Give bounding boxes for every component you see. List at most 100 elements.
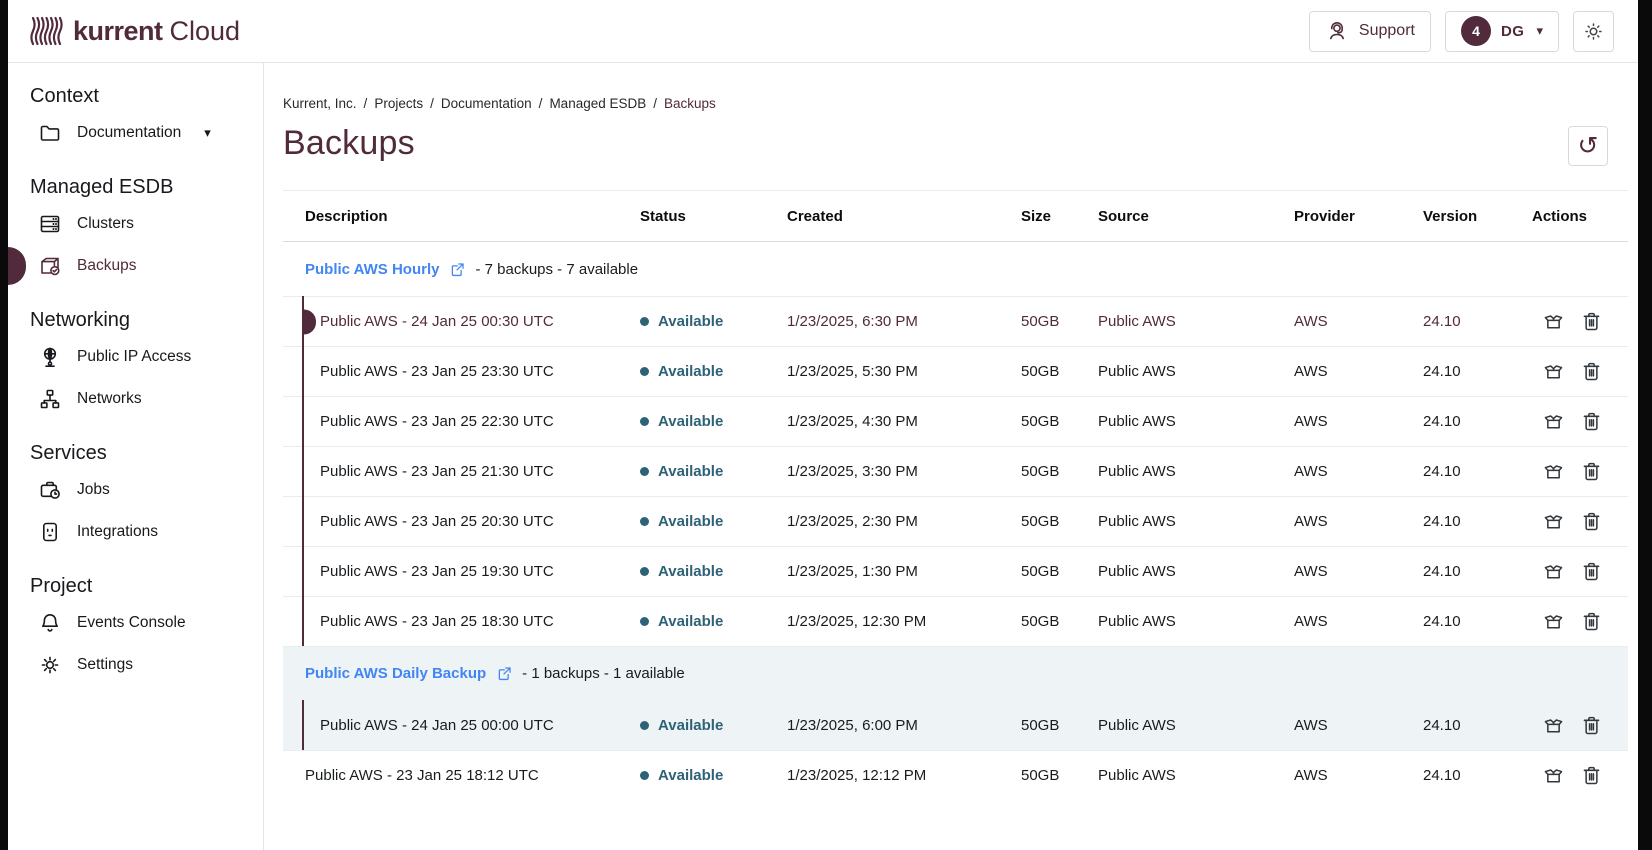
sidebar-section-managed-esdb: Managed ESDB Clusters Backups bbox=[8, 176, 263, 287]
restore-backup-button[interactable] bbox=[1542, 310, 1566, 334]
external-link-icon bbox=[495, 664, 514, 683]
support-button[interactable]: Support bbox=[1309, 11, 1431, 52]
breadcrumb-kurrent-inc[interactable]: Kurrent, Inc. bbox=[283, 96, 357, 111]
restore-icon bbox=[1542, 360, 1565, 383]
sidebar-item-settings[interactable]: Settings bbox=[8, 644, 263, 686]
restore-backup-button[interactable] bbox=[1542, 714, 1566, 738]
external-link-icon bbox=[448, 260, 467, 279]
cell-status: Available bbox=[640, 463, 787, 480]
restore-backup-button[interactable] bbox=[1542, 360, 1566, 384]
breadcrumb-documentation[interactable]: Documentation bbox=[441, 96, 532, 111]
table-row[interactable]: Public AWS - 24 Jan 25 00:30 UTC Availab… bbox=[283, 296, 1628, 346]
cell-version: 24.10 bbox=[1423, 767, 1532, 784]
group-link-public-aws-daily-backup[interactable]: Public AWS Daily Backup bbox=[305, 665, 486, 682]
delete-backup-button[interactable] bbox=[1580, 410, 1604, 434]
restore-backup-button[interactable] bbox=[1542, 510, 1566, 534]
sidebar-heading: Services bbox=[8, 442, 263, 469]
status-label: Available bbox=[658, 363, 723, 380]
column-header-version: Version bbox=[1423, 208, 1532, 225]
delete-backup-button[interactable] bbox=[1580, 310, 1604, 334]
sidebar-item-jobs[interactable]: Jobs bbox=[8, 469, 263, 511]
refresh-button[interactable]: ↺ bbox=[1568, 126, 1608, 166]
restore-backup-button[interactable] bbox=[1542, 560, 1566, 584]
cell-source: Public AWS bbox=[1098, 563, 1294, 580]
cell-source: Public AWS bbox=[1098, 313, 1294, 330]
table-header-row: DescriptionStatusCreatedSizeSourceProvid… bbox=[283, 190, 1628, 242]
delete-backup-button[interactable] bbox=[1580, 764, 1604, 788]
sidebar-heading: Networking bbox=[8, 309, 263, 336]
breadcrumb-projects[interactable]: Projects bbox=[374, 96, 423, 111]
restore-backup-button[interactable] bbox=[1542, 764, 1566, 788]
cell-actions bbox=[1532, 610, 1628, 634]
table-row[interactable]: Public AWS - 23 Jan 25 23:30 UTC Availab… bbox=[283, 346, 1628, 396]
cell-created: 1/23/2025, 6:30 PM bbox=[787, 313, 1021, 330]
sidebar-item-label: Jobs bbox=[77, 481, 110, 499]
cell-size: 50GB bbox=[1021, 613, 1098, 630]
table-row[interactable]: Public AWS - 23 Jan 25 19:30 UTC Availab… bbox=[283, 546, 1628, 596]
status-dot bbox=[640, 467, 649, 476]
theme-toggle-button[interactable] bbox=[1573, 11, 1614, 52]
sidebar-item-public-ip-access[interactable]: Public IP Access bbox=[8, 336, 263, 378]
delete-icon bbox=[1580, 310, 1603, 333]
delete-backup-button[interactable] bbox=[1580, 560, 1604, 584]
notification-badge: 4 bbox=[1461, 16, 1491, 46]
sidebar-item-events-console[interactable]: Events Console bbox=[8, 602, 263, 644]
cell-source: Public AWS bbox=[1098, 463, 1294, 480]
sidebar-item-clusters[interactable]: Clusters bbox=[8, 203, 263, 245]
title-row: Backups ↺ bbox=[283, 124, 1628, 166]
status-label: Available bbox=[658, 563, 723, 580]
table-row[interactable]: Public AWS - 24 Jan 25 00:00 UTC Availab… bbox=[283, 700, 1628, 750]
table-row[interactable]: Public AWS - 23 Jan 25 20:30 UTC Availab… bbox=[283, 496, 1628, 546]
support-icon bbox=[1325, 19, 1349, 43]
cell-version: 24.10 bbox=[1423, 463, 1532, 480]
cell-actions bbox=[1532, 360, 1628, 384]
sidebar-section-context: Context Documentation ▾ bbox=[8, 85, 263, 154]
kurrent-cloud-logo[interactable]: kurrent Cloud bbox=[30, 15, 240, 47]
breadcrumb-separator: / bbox=[364, 96, 368, 111]
main-frame: Context Documentation ▾ Managed ESDB Clu… bbox=[8, 63, 1638, 850]
status-dot bbox=[640, 317, 649, 326]
cell-description: Public AWS - 23 Jan 25 23:30 UTC bbox=[283, 363, 640, 380]
restore-backup-button[interactable] bbox=[1542, 410, 1566, 434]
cell-source: Public AWS bbox=[1098, 413, 1294, 430]
sidebar-item-networks[interactable]: Networks bbox=[8, 378, 263, 420]
cell-created: 1/23/2025, 4:30 PM bbox=[787, 413, 1021, 430]
delete-backup-button[interactable] bbox=[1580, 510, 1604, 534]
delete-backup-button[interactable] bbox=[1580, 460, 1604, 484]
cell-created: 1/23/2025, 5:30 PM bbox=[787, 363, 1021, 380]
user-menu-button[interactable]: 4 DG ▾ bbox=[1445, 11, 1559, 52]
restore-icon bbox=[1542, 714, 1565, 737]
cell-version: 24.10 bbox=[1423, 363, 1532, 380]
cell-status: Available bbox=[640, 513, 787, 530]
group-summary: - 7 backups - 7 available bbox=[475, 261, 638, 278]
delete-backup-button[interactable] bbox=[1580, 610, 1604, 634]
restore-backup-button[interactable] bbox=[1542, 460, 1566, 484]
sidebar-item-backups[interactable]: Backups bbox=[8, 245, 263, 287]
gear-icon bbox=[38, 653, 62, 677]
breadcrumb-managed-esdb[interactable]: Managed ESDB bbox=[549, 96, 646, 111]
cell-size: 50GB bbox=[1021, 463, 1098, 480]
delete-icon bbox=[1580, 460, 1603, 483]
sidebar-item-documentation[interactable]: Documentation ▾ bbox=[8, 112, 263, 154]
table-row[interactable]: Public AWS - 23 Jan 25 18:12 UTC Availab… bbox=[283, 750, 1628, 800]
cell-actions bbox=[1532, 714, 1628, 738]
jobs-icon bbox=[38, 478, 62, 502]
table-row[interactable]: Public AWS - 23 Jan 25 22:30 UTC Availab… bbox=[283, 396, 1628, 446]
cell-size: 50GB bbox=[1021, 563, 1098, 580]
sidebar-item-integrations[interactable]: Integrations bbox=[8, 511, 263, 553]
cell-version: 24.10 bbox=[1423, 563, 1532, 580]
restore-backup-button[interactable] bbox=[1542, 610, 1566, 634]
delete-backup-button[interactable] bbox=[1580, 714, 1604, 738]
network-icon bbox=[38, 387, 62, 411]
table-row[interactable]: Public AWS - 23 Jan 25 21:30 UTC Availab… bbox=[283, 446, 1628, 496]
delete-backup-button[interactable] bbox=[1580, 360, 1604, 384]
cell-description: Public AWS - 23 Jan 25 18:12 UTC bbox=[283, 767, 640, 784]
sidebar-heading: Context bbox=[8, 85, 263, 112]
table-row[interactable]: Public AWS - 23 Jan 25 18:30 UTC Availab… bbox=[283, 596, 1628, 646]
backups-table: DescriptionStatusCreatedSizeSourceProvid… bbox=[283, 190, 1628, 800]
sidebar-item-label: Events Console bbox=[77, 614, 186, 632]
column-header-status: Status bbox=[640, 208, 787, 225]
cell-size: 50GB bbox=[1021, 767, 1098, 784]
cell-status: Available bbox=[640, 363, 787, 380]
group-link-public-aws-hourly[interactable]: Public AWS Hourly bbox=[305, 261, 439, 278]
